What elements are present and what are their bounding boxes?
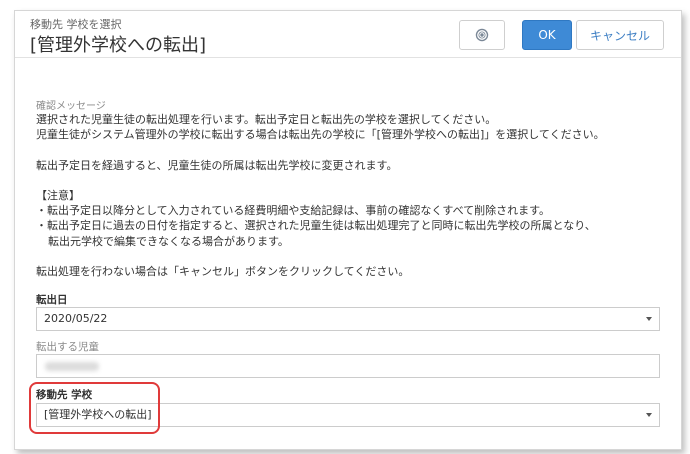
message-line bbox=[36, 249, 666, 264]
transfer-date-value: 2020/05/22 bbox=[44, 312, 108, 325]
chevron-down-icon bbox=[646, 317, 652, 321]
student-label: 転出する児童 bbox=[36, 341, 99, 353]
confirm-message-label: 確認メッセージ bbox=[36, 101, 106, 112]
dialog-subtitle: 移動先 学校を選択 bbox=[30, 18, 122, 31]
help-circle-icon bbox=[475, 28, 489, 42]
message-line: 転出元学校で編集できなくなる場合があります。 bbox=[48, 234, 289, 248]
message-line: 転出処理を行わない場合は「キャンセル」ボタンをクリックしてください。 bbox=[36, 264, 410, 278]
chevron-down-icon bbox=[646, 413, 652, 417]
transfer-date-select[interactable]: 2020/05/22 bbox=[36, 307, 660, 331]
message-line bbox=[36, 142, 666, 157]
message-line: 選択された児童生徒の転出処理を行います。転出予定日と転出先の学校を選択してくださ… bbox=[36, 113, 497, 126]
message-line: 【注意】 bbox=[36, 188, 80, 202]
message-line: 転出予定日を経過すると、児童生徒の所属は転出先学校に変更されます。 bbox=[36, 158, 398, 172]
confirm-message-body: 選択された児童生徒の転出処理を行います。転出予定日と転出先の学校を選択してくださ… bbox=[36, 112, 666, 279]
message-line: ・転出予定日に過去の日付を指定すると、選択された児童生徒は転出処理完了と同時に転… bbox=[36, 219, 596, 233]
dialog-header: 移動先 学校を選択 [管理外学校への転出] OK キャンセル bbox=[15, 11, 681, 58]
message-line: 児童生徒がシステム管理外の学校に転出する場合は転出先の学校に「[管理外学校への転… bbox=[36, 128, 605, 142]
highlight-annotation bbox=[29, 382, 160, 434]
ok-button[interactable]: OK bbox=[522, 20, 572, 50]
message-line bbox=[36, 173, 666, 188]
transfer-dialog: 移動先 学校を選択 [管理外学校への転出] OK キャンセル 確認メッセージ 選… bbox=[14, 10, 682, 450]
transfer-date-label: 転出日 bbox=[36, 294, 68, 306]
redacted-name bbox=[45, 362, 99, 371]
student-field bbox=[36, 354, 660, 378]
cancel-button[interactable]: キャンセル bbox=[576, 20, 664, 50]
help-button[interactable] bbox=[459, 20, 505, 50]
dialog-title: [管理外学校への転出] bbox=[30, 35, 207, 56]
message-line: ・転出予定日以降分として入力されている経費明細や支給記録は、事前の確認なくすべて… bbox=[36, 204, 551, 218]
